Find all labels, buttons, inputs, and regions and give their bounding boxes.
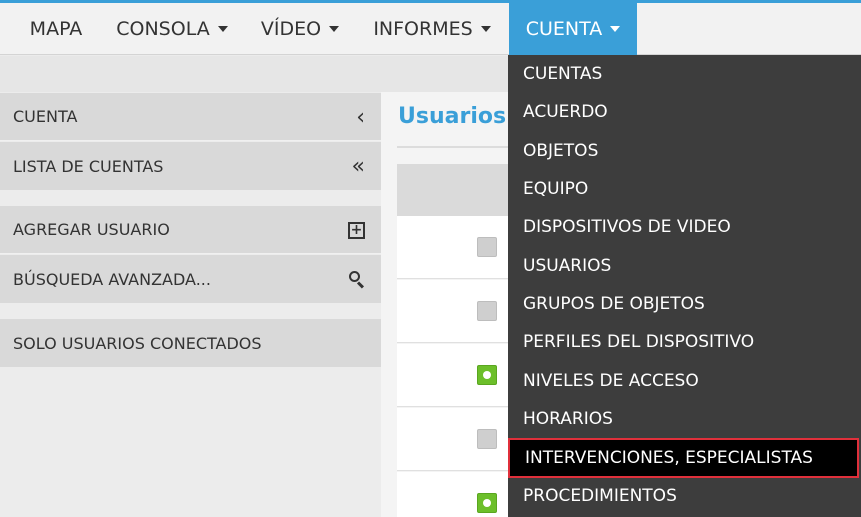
sidebar-item-label: LISTA DE CUENTAS: [13, 156, 164, 176]
menu-item-grupos-de-objetos[interactable]: GRUPOS DE OBJETOS: [508, 285, 861, 323]
nav-video[interactable]: VÍDEO: [245, 3, 355, 55]
nav-cuenta-label: CUENTA: [525, 18, 603, 40]
menu-item-dispositivos-de-video[interactable]: DISPOSITIVOS DE VIDEO: [508, 208, 861, 246]
caret-down-icon: [217, 26, 228, 32]
menu-item-equipo[interactable]: EQUIPO: [508, 170, 861, 208]
nav-mapa[interactable]: MAPA: [13, 3, 99, 55]
sidebar-item-lista-de-cuentas[interactable]: LISTA DE CUENTAS «: [0, 142, 381, 190]
sidebar: CUENTA ‹ LISTA DE CUENTAS « AGREGAR USUA…: [0, 92, 381, 517]
sidebar-item-label: AGREGAR USUARIO: [13, 220, 170, 239]
sidebar-item-agregar-usuario[interactable]: AGREGAR USUARIO +: [0, 206, 381, 254]
search-icon[interactable]: [349, 255, 365, 303]
menu-item-perfiles-del-dispositivo[interactable]: PERFILES DEL DISPOSITIVO: [508, 323, 861, 361]
nav-video-label: VÍDEO: [260, 18, 322, 40]
sidebar-item-cuenta[interactable]: CUENTA ‹: [0, 93, 381, 141]
sidebar-item-label: CUENTA: [13, 107, 78, 126]
sidebar-item-label: SOLO USUARIOS CONECTADOS: [13, 333, 262, 353]
nav-informes[interactable]: INFORMES: [357, 3, 507, 55]
status-indicator-offline: [477, 429, 497, 449]
status-indicator-offline: [477, 237, 497, 257]
top-navbar: MAPA CONSOLA VÍDEO INFORMES CUENTA: [0, 0, 861, 55]
sidebar-item-solo-usuarios-conectados[interactable]: SOLO USUARIOS CONECTADOS: [0, 319, 381, 367]
menu-item-intervenciones-especialistas[interactable]: INTERVENCIONES, ESPECIALISTAS: [508, 438, 859, 478]
menu-item-cuentas[interactable]: CUENTAS: [508, 55, 861, 93]
chevron-left-icon[interactable]: ‹: [356, 93, 365, 141]
caret-down-icon: [329, 26, 340, 32]
menu-item-horarios[interactable]: HORARIOS: [508, 400, 861, 438]
nav-consola[interactable]: CONSOLA: [101, 3, 243, 55]
status-indicator-offline: [477, 301, 497, 321]
menu-item-usuarios[interactable]: USUARIOS: [508, 247, 861, 285]
sidebar-item-label: BÚSQUEDA AVANZADA...: [13, 269, 211, 289]
status-indicator-online: [477, 493, 497, 513]
nav-mapa-label: MAPA: [29, 18, 83, 40]
caret-down-icon: [610, 26, 621, 32]
plus-box-icon[interactable]: +: [348, 206, 365, 254]
status-indicator-online: [477, 365, 497, 385]
page-title: Usuarios: [398, 104, 507, 129]
caret-down-icon: [480, 26, 491, 32]
menu-item-procedimientos[interactable]: PROCEDIMIENTOS: [508, 477, 861, 515]
menu-item-acuerdo[interactable]: ACUERDO: [508, 93, 861, 131]
double-chevron-left-icon[interactable]: «: [352, 142, 365, 190]
nav-consola-label: CONSOLA: [116, 18, 210, 40]
cuenta-dropdown-menu: CUENTAS ACUERDO OBJETOS EQUIPO DISPOSITI…: [508, 55, 861, 517]
nav-informes-label: INFORMES: [373, 18, 473, 40]
nav-cuenta[interactable]: CUENTA: [509, 3, 637, 55]
sidebar-item-busqueda-avanzada[interactable]: BÚSQUEDA AVANZADA...: [0, 255, 381, 303]
menu-item-objetos[interactable]: OBJETOS: [508, 132, 861, 170]
menu-item-niveles-de-acceso[interactable]: NIVELES DE ACCESO: [508, 362, 861, 400]
